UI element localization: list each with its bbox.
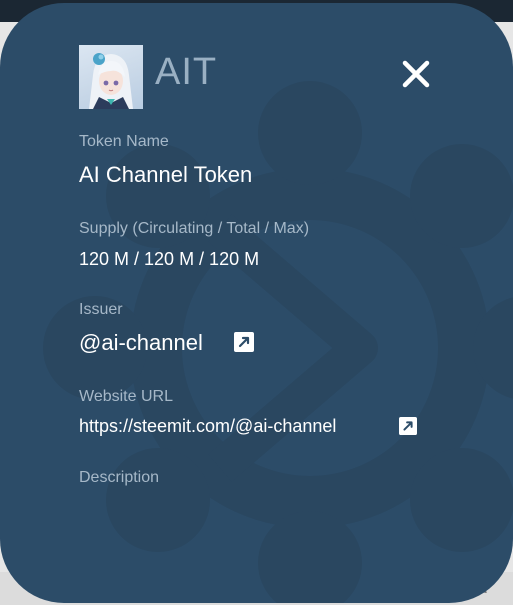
website-external-link-button[interactable] (399, 417, 417, 435)
token-avatar (79, 45, 143, 109)
description-label: Description (79, 469, 160, 486)
issuer-external-link-button[interactable] (234, 332, 254, 352)
token-info-modal: AIT Token Name AI Channel Token Supply (… (0, 3, 513, 603)
external-link-icon (234, 332, 254, 352)
website-label: Website URL (79, 388, 173, 405)
anime-girl-avatar-icon (89, 53, 133, 109)
token-symbol: AIT (155, 51, 218, 93)
website-value: https://steemit.com/@ai-channel (79, 416, 337, 436)
gear-watermark-icon (43, 81, 513, 603)
close-button[interactable] (398, 56, 434, 92)
issuer-value: @ai-channel (79, 330, 203, 355)
supply-value: 120 M / 120 M / 120 M (79, 249, 260, 269)
issuer-label: Issuer (79, 301, 123, 318)
supply-label: Supply (Circulating / Total / Max) (79, 220, 310, 237)
close-x-icon (402, 60, 430, 88)
token-name-value: AI Channel Token (79, 162, 253, 187)
external-link-icon (399, 417, 417, 435)
token-name-label: Token Name (79, 133, 169, 150)
